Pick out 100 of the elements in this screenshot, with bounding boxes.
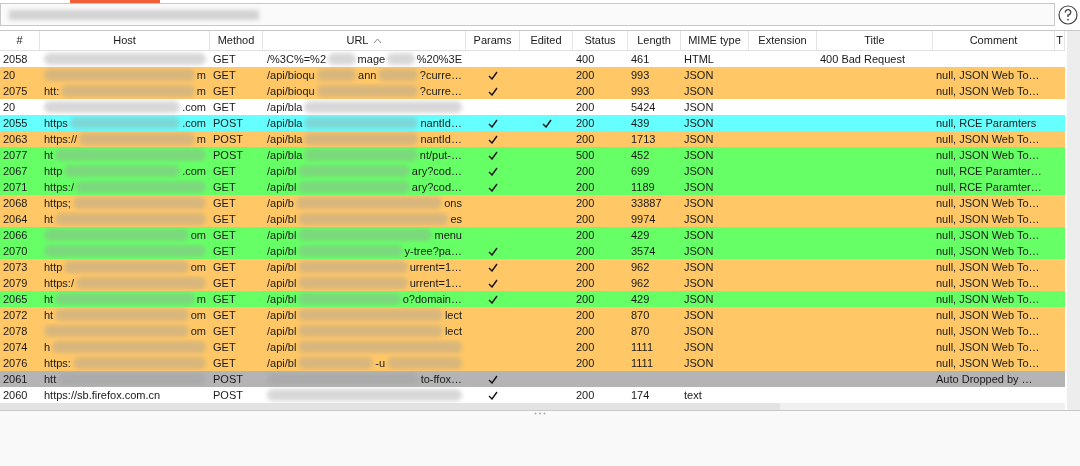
- column-header[interactable]: Length: [637, 32, 671, 49]
- column-header[interactable]: Host: [113, 32, 136, 49]
- cell-text: http: [44, 163, 63, 179]
- table-cell-text: POST: [213, 131, 243, 147]
- table-cell-text: JSON: [684, 243, 714, 259]
- table-cell-text: null, JSON Web To…: [936, 355, 1040, 371]
- table-cell-text: 2076: [3, 355, 28, 371]
- column-header[interactable]: #: [16, 32, 23, 49]
- table-cell-text: 200: [576, 163, 595, 179]
- table-cell-text: 699: [631, 163, 650, 179]
- table-cell-text: JSON: [684, 67, 714, 83]
- table-cell-text: 993: [631, 67, 650, 83]
- help-icon[interactable]: [1058, 4, 1078, 25]
- column-header[interactable]: Extension: [758, 32, 807, 49]
- table-row[interactable]: 2063 https:// m POST /api/bla nantId… 200 1713 JSON null, JSON Web To…: [0, 131, 1065, 147]
- column-header[interactable]: Method: [217, 32, 255, 49]
- cell-text: ht: [44, 147, 54, 163]
- cell-text: /api/bl: [267, 211, 297, 227]
- table-row[interactable]: 2061 htt POST to-ffox… Auto Dropped by …: [0, 371, 1065, 387]
- table-row[interactable]: 2064 ht GET /api/bl es 200 9974 JSON null, JSON Web To…: [0, 211, 1065, 227]
- table-cell-text: POST: [213, 115, 243, 131]
- resize-handle-icon[interactable]: [534, 412, 546, 415]
- table-cell-text: 500: [576, 147, 595, 163]
- cell-text: nantId…: [420, 115, 462, 131]
- table-cell-text: JSON: [684, 163, 714, 179]
- table-cell-text: 2065: [3, 291, 28, 307]
- table-cell-text: 2074: [3, 339, 28, 355]
- cell-text: .com: [182, 99, 206, 115]
- table-row[interactable]: 2079 https:/ GET /api/bl urrent=1… 200 962 JSON null, JSON Web To…: [0, 275, 1065, 291]
- table-row[interactable]: 2070 GET /api/bl y-tree?pa… 200 3574 JSON null, JSON Web To…: [0, 243, 1065, 259]
- table-cell-text: GET: [213, 243, 236, 259]
- table-cell-text: 452: [631, 147, 650, 163]
- table-cell-text: 9974: [631, 211, 656, 227]
- column-header[interactable]: Comment: [969, 32, 1018, 49]
- table-cell-text: JSON: [684, 227, 714, 243]
- table-row[interactable]: 2074 h GET /api/bl 200 1111 JSON null, JSON Web To…: [0, 339, 1065, 355]
- table-row[interactable]: 2067 http .com GET /api/bl ary?cod… 200 699 JSON null, RCE Paramter…: [0, 163, 1065, 179]
- cell-text: ann: [358, 67, 377, 83]
- table-cell-text: null, JSON Web To…: [936, 195, 1040, 211]
- cell-text: /api/bl: [267, 323, 297, 339]
- table-row[interactable]: 2071 https:/ GET /api/bl ary?cod… 200 1189 JSON null, RCE Paramter…: [0, 179, 1065, 195]
- table-cell-text: null, JSON Web To…: [936, 291, 1040, 307]
- cell-text: lect: [444, 323, 462, 339]
- vertical-scrollbar[interactable]: [1067, 31, 1080, 410]
- table-cell-text: JSON: [684, 355, 714, 371]
- table-cell-text: 1111: [631, 355, 654, 371]
- column-header[interactable]: T: [1056, 32, 1063, 49]
- table-cell-text: 2078: [3, 323, 28, 339]
- table-cell-text: JSON: [684, 131, 714, 147]
- table-row[interactable]: 2066 om GET /api/bl menu 200 429 JSON null, JSON Web To…: [0, 227, 1065, 243]
- cell-text: ary?cod…: [411, 163, 462, 179]
- table-cell-text: GET: [213, 211, 236, 227]
- table-cell-text: 993: [631, 83, 650, 99]
- column-header[interactable]: Params: [473, 32, 512, 49]
- table-cell-text: null, JSON Web To…: [936, 275, 1040, 291]
- table-cell-text: JSON: [684, 115, 714, 131]
- table-cell-text: GET: [213, 83, 236, 99]
- cell-text: /api/bioqu: [267, 67, 315, 83]
- cell-text: mage: [357, 51, 386, 67]
- table-cell-text: 2058: [3, 51, 28, 67]
- table-row[interactable]: 2075 htt: m GET /api/bioqu ?curre… 200 993 JSON null, JSON Web To…: [0, 83, 1065, 99]
- column-header[interactable]: URL: [346, 32, 382, 49]
- table-row[interactable]: 2073 http om GET /api/bl urrent=1… 200 962 JSON null, JSON Web To…: [0, 259, 1065, 275]
- table-row[interactable]: 2076 https: GET /api/bl -u 200 1111 JSON null, JSON Web To…: [0, 355, 1065, 371]
- cell-text: htt:: [44, 83, 60, 99]
- table-cell-text: 2075: [3, 83, 28, 99]
- table-cell-text: 200: [576, 211, 595, 227]
- table-cell-text: 461: [631, 51, 650, 67]
- table-cell-text: 962: [631, 275, 650, 291]
- column-header[interactable]: Title: [864, 32, 885, 49]
- table-cell-text: null, JSON Web To…: [936, 307, 1040, 323]
- table-row[interactable]: 2065 ht m GET /api/bl o?domain… 200 429 JSON null, JSON Web To…: [0, 291, 1065, 307]
- table-cell-text: JSON: [684, 339, 714, 355]
- table-row[interactable]: 2078 om GET /api/bl lect 200 870 JSON null, JSON Web To…: [0, 323, 1065, 339]
- cell-text: m: [196, 67, 206, 83]
- table-row[interactable]: 2072 ht om GET /api/bl lect 200 870 JSON null, JSON Web To…: [0, 307, 1065, 323]
- table-cell-text: text: [684, 387, 702, 403]
- cell-text: https: [44, 115, 68, 131]
- cell-text: m: [196, 291, 206, 307]
- table-cell-text: 5424: [631, 99, 656, 115]
- table-row[interactable]: 2055 https .com POST /api/bla nantId… 200 439 JSON null, RCE Paramters: [0, 115, 1065, 131]
- table-row[interactable]: 20 m GET /api/bioqu ann ?curre… 200 993 JSON null, JSON Web To…: [0, 67, 1065, 83]
- table-row[interactable]: 2068 https; GET /api/b ons 200 33887 JSON null, JSON Web To…: [0, 195, 1065, 211]
- table-cell-text: 200: [576, 115, 595, 131]
- table-cell-text: null, JSON Web To…: [936, 67, 1040, 83]
- cell-text: ht: [44, 211, 54, 227]
- column-header[interactable]: MIME type: [688, 32, 741, 49]
- cell-text: m: [196, 131, 206, 147]
- cell-text: /api/bla: [267, 115, 303, 131]
- cell-text: ?curre…: [419, 67, 462, 83]
- cell-text: https://sb.firefox.com.cn: [44, 387, 161, 403]
- cell-text: m: [196, 83, 206, 99]
- table-cell-text: 2063: [3, 131, 28, 147]
- column-header[interactable]: Edited: [530, 32, 562, 49]
- table-row[interactable]: 2077 ht POST /api/bla nt/put-… 500 452 JSON null, JSON Web To…: [0, 147, 1065, 163]
- filter-field[interactable]: [0, 3, 1055, 26]
- cell-text: lect: [444, 307, 462, 323]
- column-header[interactable]: Status: [584, 32, 616, 49]
- table-cell-text: 429: [631, 291, 650, 307]
- horizontal-scrollbar-thumb[interactable]: [0, 403, 780, 410]
